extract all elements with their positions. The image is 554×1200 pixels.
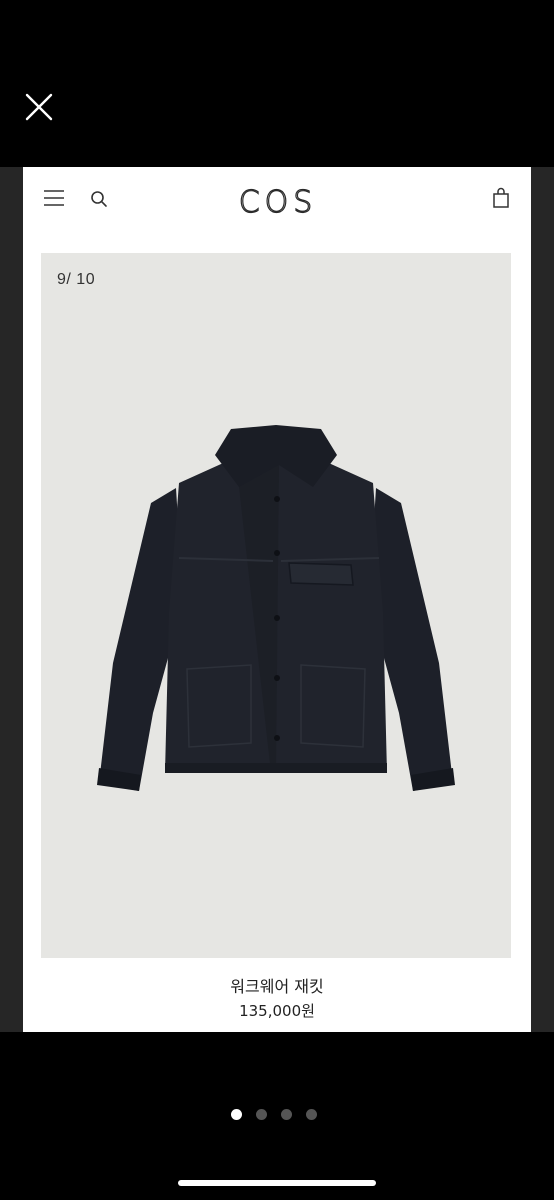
pager-dot[interactable] <box>256 1109 267 1120</box>
close-icon[interactable] <box>24 92 54 122</box>
pager-dot[interactable] <box>306 1109 317 1120</box>
brand-logo[interactable]: COS <box>230 181 326 221</box>
shopping-bag-icon[interactable] <box>491 187 511 209</box>
site-header: COS <box>23 167 531 237</box>
jacket-product-photo <box>97 425 455 791</box>
carousel-pager <box>231 1109 317 1121</box>
product-price: 135,000원 <box>239 1002 315 1020</box>
product-image[interactable]: 9/ 10 <box>41 253 511 958</box>
menu-icon[interactable] <box>43 189 65 207</box>
pager-dot[interactable] <box>281 1109 292 1120</box>
home-indicator[interactable] <box>178 1180 376 1186</box>
image-counter: 9/ 10 <box>57 271 96 288</box>
brand-logo-text: COS <box>239 185 318 220</box>
search-icon[interactable] <box>89 189 109 209</box>
product-card: COS 9/ 10 워크웨어 재킷 135,000원 <box>23 167 531 1032</box>
pager-dot[interactable] <box>231 1109 242 1120</box>
product-name[interactable]: 워크웨어 재킷 <box>23 973 531 997</box>
